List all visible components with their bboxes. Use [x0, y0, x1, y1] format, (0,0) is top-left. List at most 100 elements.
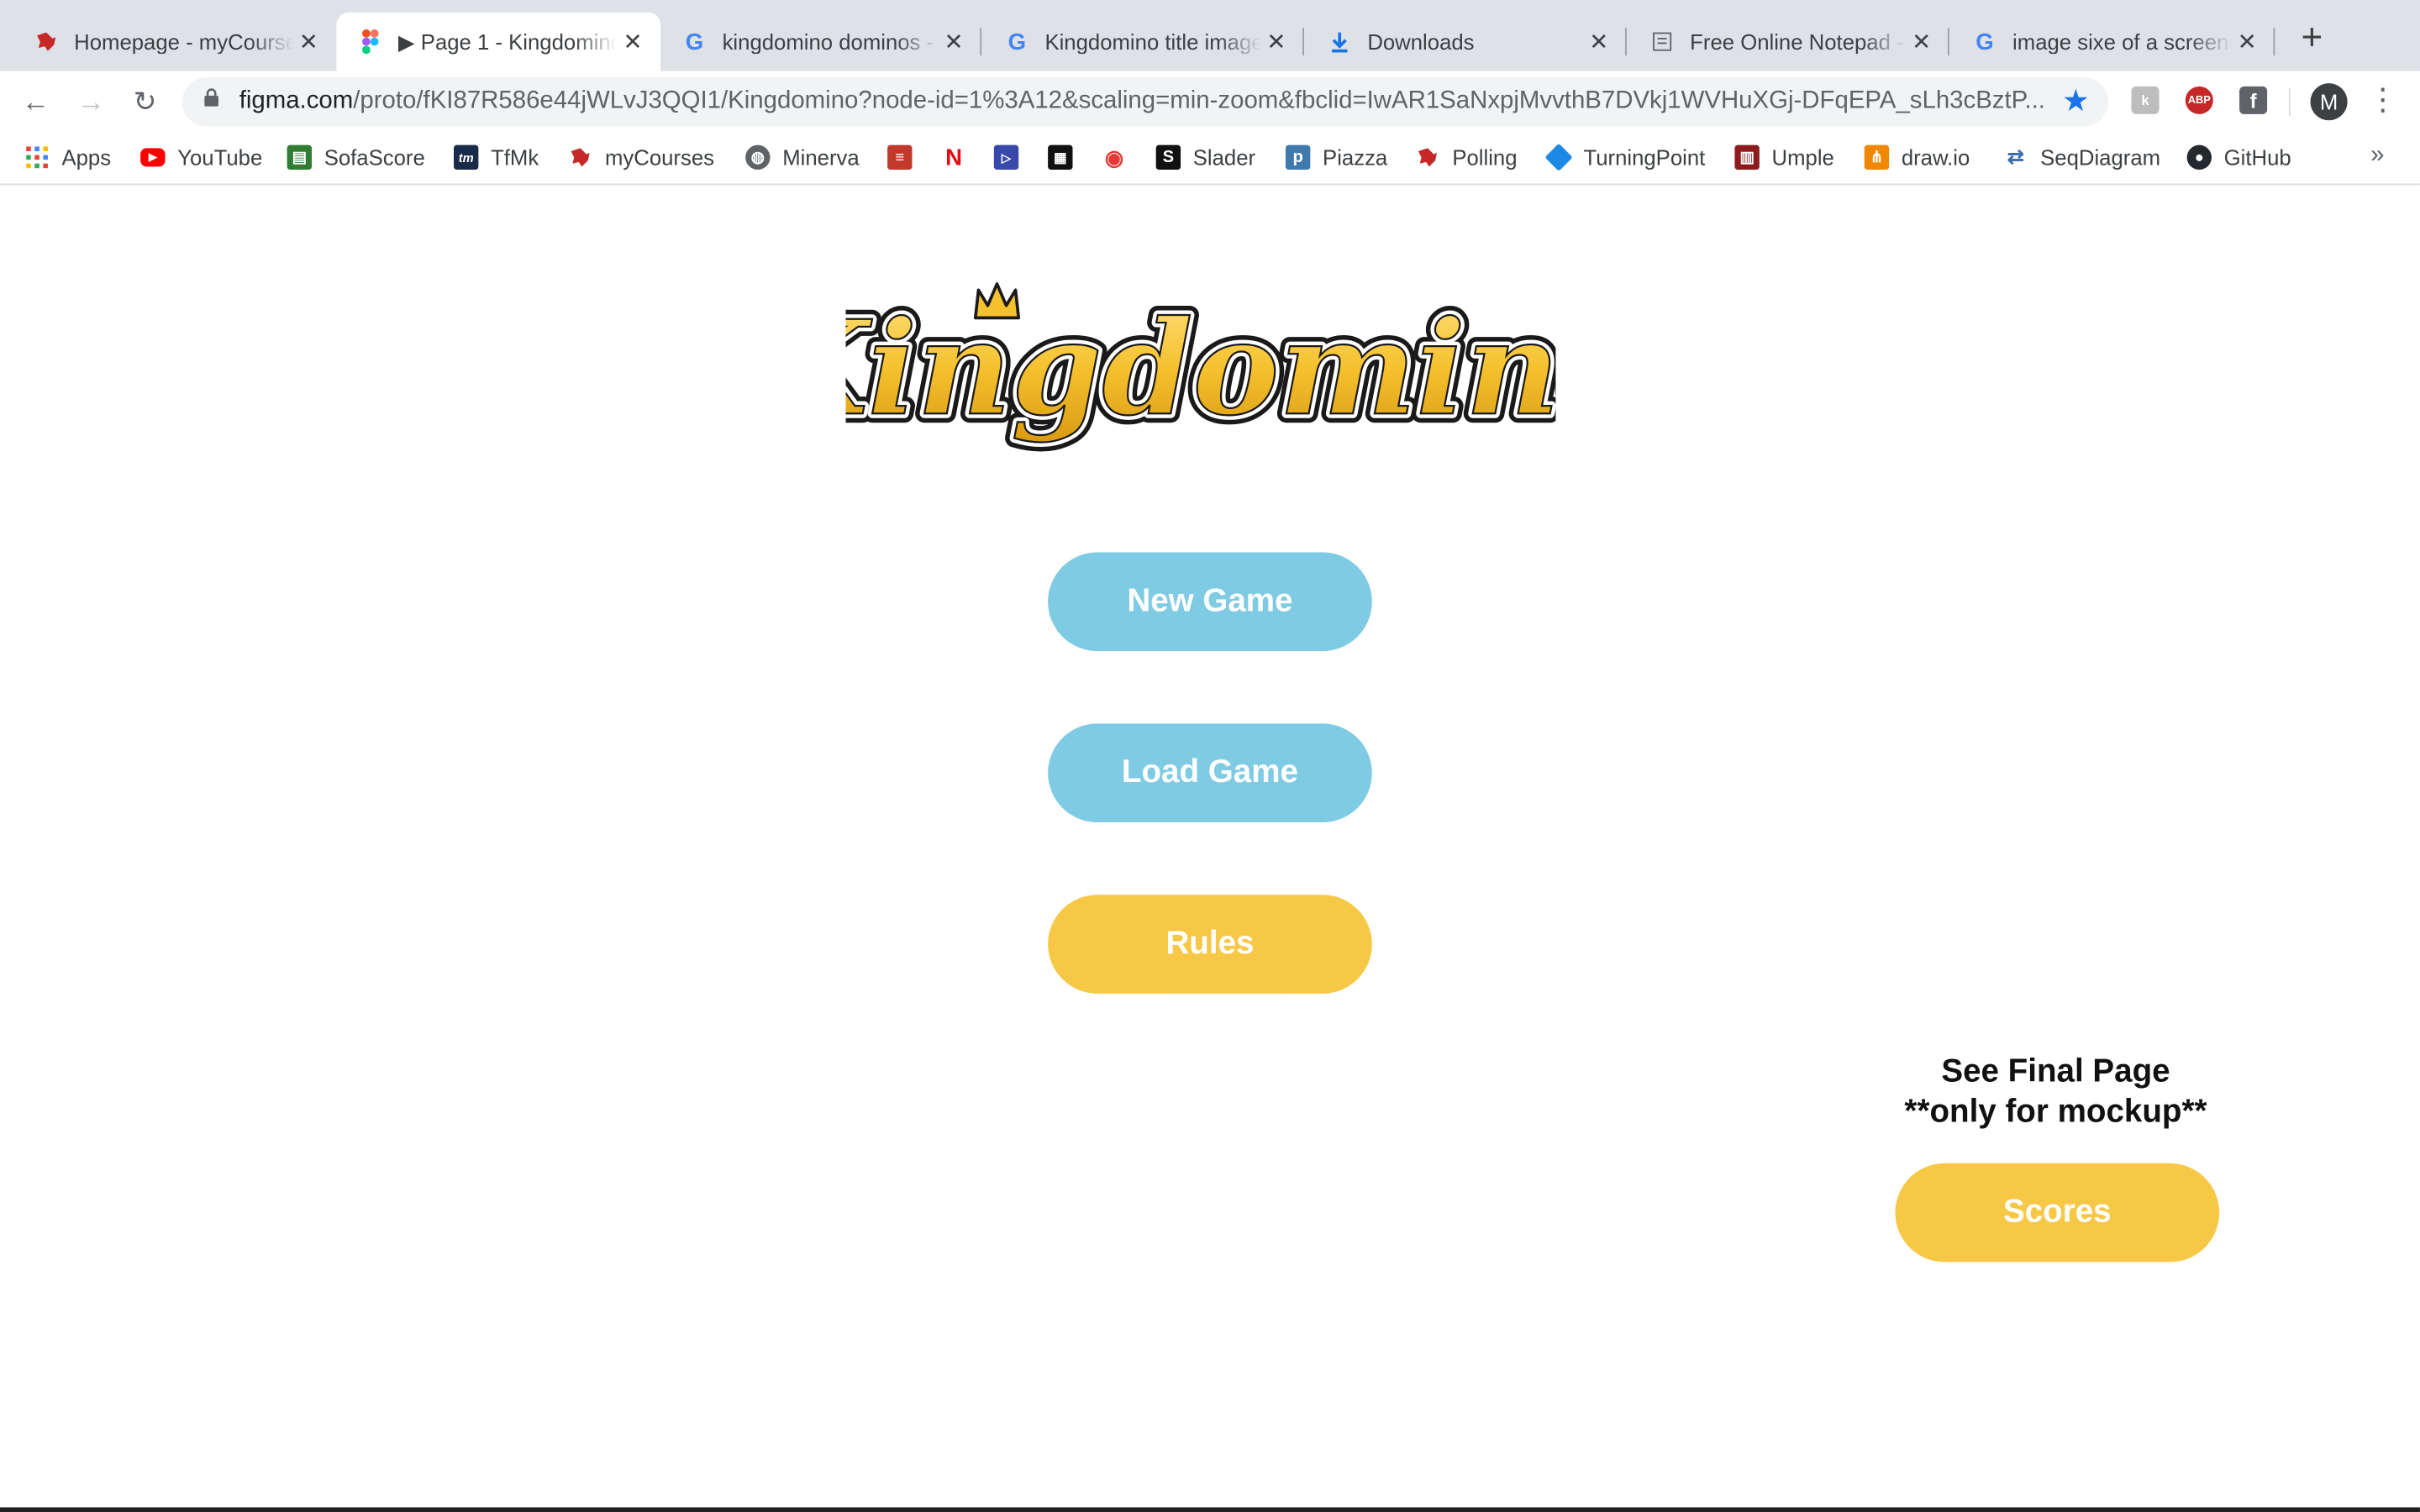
tab-title: image sixe of a screenshot - Google Sear…: [2012, 29, 2232, 55]
mycourses-icon: [568, 145, 592, 170]
bookmark-seqdiagram[interactable]: ⇄ SeqDiagram: [2003, 133, 2160, 182]
close-icon[interactable]: ✕: [618, 28, 649, 55]
bookmark-red[interactable]: ≡: [887, 133, 924, 182]
bookmark-label: Umple: [1771, 144, 1834, 171]
tab-google-title-image[interactable]: G Kingdomino title image - Google Search…: [983, 13, 1305, 71]
tab-separator: [980, 28, 982, 56]
close-icon[interactable]: ✕: [1906, 28, 1937, 55]
google-icon: G: [1975, 28, 1994, 55]
tab-title: Free Online Notepad -: [1690, 29, 1904, 55]
bookmark-umple[interactable]: ▥ Umple: [1734, 133, 1834, 182]
bookmark-slader[interactable]: S Slader: [1155, 133, 1256, 182]
youtube-icon: ▶: [140, 148, 166, 167]
play-icon: ▷: [993, 144, 1019, 171]
bookmark-polling[interactable]: Polling: [1415, 133, 1518, 182]
close-icon[interactable]: ✕: [939, 28, 970, 55]
apps-grid-icon: [24, 145, 49, 170]
reload-icon[interactable]: ↻: [127, 83, 164, 120]
menu-kebab-icon[interactable]: ⋮: [2367, 83, 2398, 120]
bookmark-grid-box[interactable]: ▦: [1048, 133, 1085, 182]
bookmark-tfmk[interactable]: tm TfMk: [453, 133, 539, 182]
scores-button[interactable]: Scores: [1895, 1163, 2220, 1263]
new-tab-button[interactable]: +: [2293, 19, 2330, 59]
close-icon[interactable]: ✕: [1261, 28, 1292, 55]
download-icon: [1328, 29, 1352, 54]
tab-google-image-size[interactable]: G image sixe of a screenshot - Google Se…: [1951, 13, 2275, 71]
back-arrow-icon[interactable]: ←: [17, 83, 54, 120]
profile-initial: M: [2319, 89, 2338, 114]
bookmark-label: SofaScore: [324, 144, 425, 171]
tab-title: ▶ Page 1 - Kingdomino: [397, 28, 618, 54]
tab-figma-active[interactable]: ▶ Page 1 - Kingdomino ✕: [336, 12, 661, 71]
tab-title: kingdomino dominos - Google Search: [722, 29, 939, 55]
google-icon: G: [685, 28, 704, 55]
seqdiagram-icon: ⇄: [2007, 144, 2024, 169]
mycourses-icon: [34, 29, 58, 54]
tab-google-dominos[interactable]: G kingdomino dominos - Google Search ✕: [660, 13, 982, 71]
facebook-icon[interactable]: f: [2239, 86, 2268, 114]
url-text[interactable]: figma.com/proto/fKI87R586e44jWLvJ3QQI1/K…: [239, 77, 2053, 127]
bookmark-star-icon[interactable]: ★: [2062, 83, 2090, 120]
bottom-edge: [0, 1507, 2420, 1512]
bookmark-apps[interactable]: Apps: [24, 133, 111, 182]
bookmark-swirl[interactable]: ◉: [1102, 133, 1139, 182]
figma-icon: [358, 29, 382, 55]
netflix-icon: N: [945, 144, 963, 171]
bookmark-youtube[interactable]: ▶ YouTube: [140, 133, 262, 182]
bookmark-label: TfMk: [491, 144, 539, 171]
globe-icon: ◍: [745, 144, 771, 171]
tab-title: Kingdomino title image - Google Search: [1044, 29, 1261, 55]
bookmark-piazza[interactable]: p Piazza: [1285, 133, 1387, 182]
bookmark-sofascore[interactable]: ▤ SofaScore: [287, 133, 425, 182]
bookmark-mycourses[interactable]: myCourses: [568, 133, 714, 182]
umple-icon: ▥: [1734, 144, 1760, 171]
tab-title: Homepage - myCourses: [74, 29, 293, 55]
close-icon[interactable]: ✕: [2232, 28, 2263, 55]
tab-title: Downloads: [1367, 29, 1475, 55]
bookmarks-bar: Apps ▶ YouTube ▤ SofaScore tm TfMk myCou…: [0, 132, 2420, 186]
lock-icon: [203, 88, 218, 107]
close-icon[interactable]: ✕: [293, 28, 324, 55]
load-game-button[interactable]: Load Game: [1048, 723, 1372, 822]
bookmark-label: YouTube: [177, 144, 263, 171]
swirl-icon: ◉: [1104, 144, 1124, 170]
bookmark-minerva[interactable]: ◍ Minerva: [745, 133, 860, 182]
extension-puzzle-icon[interactable]: k: [2131, 86, 2160, 114]
tab-strip: Homepage - myCourses ✕ ▶ Page 1 - Kingdo…: [0, 0, 2420, 71]
forward-arrow-icon[interactable]: →: [72, 83, 109, 120]
tab-separator: [2273, 28, 2275, 56]
url-path: /proto/fKI87R586e44jWLvJ3QQI1/Kingdomino…: [353, 87, 2045, 114]
adblock-plus-icon[interactable]: ABP: [2185, 86, 2213, 114]
tab-separator: [1302, 28, 1305, 56]
tab-downloads[interactable]: Downloads ✕: [1306, 13, 1627, 71]
slader-icon: S: [1155, 144, 1181, 171]
bookmark-drawio[interactable]: ⋔ draw.io: [1864, 133, 1970, 182]
new-game-button[interactable]: New Game: [1048, 552, 1372, 652]
bookmark-netflix[interactable]: N: [941, 133, 978, 182]
close-icon[interactable]: ✕: [1583, 28, 1614, 55]
tab-mycourses[interactable]: Homepage - myCourses ✕: [13, 13, 337, 71]
rules-button[interactable]: Rules: [1048, 895, 1372, 994]
bookmark-label: Slader: [1192, 144, 1256, 171]
google-icon: G: [1007, 28, 1027, 55]
address-bar[interactable]: figma.com/proto/fKI87R586e44jWLvJ3QQI1/K…: [182, 76, 2108, 127]
kingdomino-logo: Kingdomino Kingdomino Kingdomino: [846, 282, 1556, 454]
tfmk-icon: tm: [453, 144, 479, 171]
logo-text: Kingdomino: [846, 292, 1556, 444]
browser-toolbar: ← → ↻ figma.com/proto/fKI87R586e44jWLvJ3…: [0, 71, 2420, 133]
notepad-icon: [1649, 29, 1674, 54]
bookmarks-overflow-icon[interactable]: »: [2370, 142, 2384, 170]
toolbar-separator: [2288, 87, 2291, 116]
turningpoint-icon: [1544, 143, 1573, 171]
bookmark-label: Minerva: [782, 144, 860, 171]
bookmark-github[interactable]: ● GitHub: [2186, 133, 2291, 182]
tab-notepad[interactable]: Free Online Notepad - ✕: [1628, 13, 1949, 71]
url-host: figma.com: [239, 87, 354, 114]
bookmark-turningpoint[interactable]: TurningPoint: [1544, 133, 1705, 182]
profile-avatar[interactable]: M: [2310, 83, 2348, 121]
polling-icon: [1415, 145, 1439, 170]
note-line-2: **only for mockup**: [1904, 1094, 2207, 1130]
github-icon: ●: [2186, 144, 2212, 171]
bookmark-play[interactable]: ▷: [993, 133, 1031, 182]
bookmark-label: draw.io: [1901, 144, 1970, 171]
